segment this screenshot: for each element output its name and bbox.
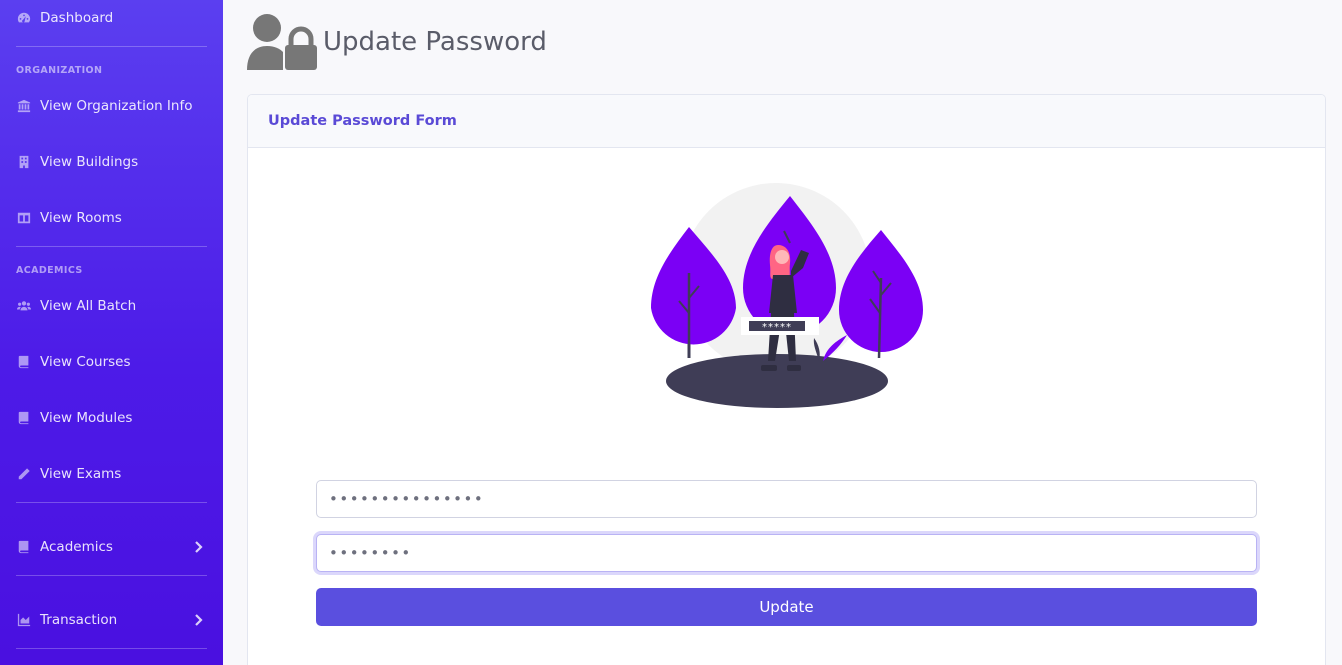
sidebar-item-view-buildings[interactable]: View Buildings: [0, 142, 223, 182]
current-password-input[interactable]: [316, 480, 1257, 518]
sidebar-divider: [16, 575, 207, 576]
sidebar-item-label: Academics: [40, 539, 113, 555]
sidebar-item-label: View Courses: [40, 354, 131, 370]
sidebar-item-academics[interactable]: Academics: [0, 527, 223, 567]
sidebar-item-label: View Exams: [40, 466, 122, 482]
illustration-password-text: *****: [762, 322, 792, 333]
sidebar: Dashboard ORGANIZATION View Organization…: [0, 0, 223, 665]
sidebar-item-transaction[interactable]: Transaction: [0, 600, 223, 640]
university-icon: [16, 98, 32, 114]
sidebar-divider: [16, 246, 207, 247]
sidebar-item-view-courses[interactable]: View Courses: [0, 342, 223, 382]
sidebar-item-view-all-batch[interactable]: View All Batch: [0, 286, 223, 326]
sidebar-heading-organization: ORGANIZATION: [16, 65, 103, 76]
user-lock-icon: [247, 14, 317, 70]
sidebar-item-label: View Modules: [40, 410, 133, 426]
tachometer-icon: [16, 10, 32, 26]
sidebar-item-label: Transaction: [40, 612, 118, 628]
users-icon: [16, 298, 32, 314]
sidebar-item-view-rooms[interactable]: View Rooms: [0, 198, 223, 238]
chevron-right-icon: [193, 540, 203, 554]
sidebar-heading-academics: ACADEMICS: [16, 265, 83, 276]
update-button[interactable]: Update: [316, 588, 1257, 626]
sidebar-divider: [16, 46, 207, 47]
pencil-icon: [16, 466, 32, 482]
page-header: Update Password: [247, 12, 547, 72]
sidebar-item-label: View Buildings: [40, 154, 139, 170]
sidebar-item-view-modules[interactable]: View Modules: [0, 398, 223, 438]
sidebar-divider: [16, 648, 207, 649]
sidebar-item-label: View Organization Info: [40, 98, 193, 114]
sidebar-item-label: Dashboard: [40, 10, 114, 26]
sidebar-item-view-organization-info[interactable]: View Organization Info: [0, 86, 223, 126]
columns-icon: [16, 210, 32, 226]
sidebar-item-label: View Rooms: [40, 210, 122, 226]
page-title: Update Password: [323, 27, 547, 57]
sidebar-item-dashboard[interactable]: Dashboard: [0, 0, 223, 38]
building-icon: [16, 154, 32, 170]
card-header: Update Password Form: [248, 95, 1325, 148]
book-icon: [16, 539, 32, 555]
sidebar-item-view-exams[interactable]: View Exams: [0, 454, 223, 494]
password-illustration: *****: [651, 183, 923, 408]
book-icon: [16, 410, 32, 426]
book-icon: [16, 354, 32, 370]
update-password-card: Update Password Form ***** •••••••••••••…: [247, 94, 1326, 665]
card-title: Update Password Form: [268, 113, 457, 129]
sidebar-item-label: View All Batch: [40, 298, 137, 314]
chart-area-icon: [16, 612, 32, 628]
chevron-right-icon: [193, 613, 203, 627]
sidebar-divider: [16, 502, 207, 503]
new-password-input[interactable]: [316, 534, 1257, 572]
